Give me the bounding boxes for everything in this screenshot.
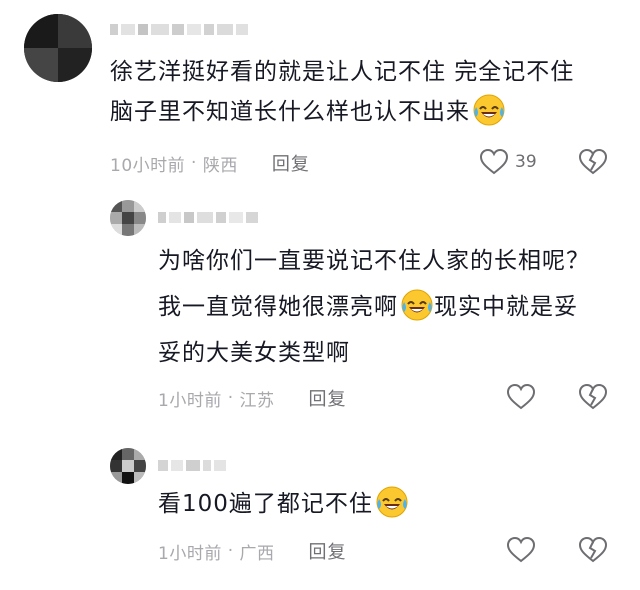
like-count: 39 — [515, 152, 537, 172]
reply-button[interactable]: 回复 — [272, 150, 310, 176]
comment-3: 看100遍了都记不住 1小时前 · 广西 回复 — [0, 430, 640, 590]
comment-meta: 10小时前 · 陕西 回复 — [110, 150, 310, 176]
username-blurred[interactable] — [158, 210, 258, 224]
broken-heart-icon[interactable] — [578, 148, 608, 176]
timestamp: 10小时前 — [110, 155, 186, 176]
laughing-crying-emoji-icon — [376, 486, 408, 518]
username-blurred[interactable] — [158, 458, 226, 472]
comment-text-content: 看100遍了都记不住 — [158, 491, 373, 517]
username-blurred[interactable] — [110, 22, 248, 36]
comment-meta: 1小时前 · 江苏 回复 — [158, 385, 347, 411]
location: 江苏 — [239, 390, 275, 411]
comment-2: 为啥你们一直要说记不住人家的长相呢？我一直觉得她很漂亮啊 现实中就是妥妥的大美女… — [0, 190, 640, 430]
comment-meta: 1小时前 · 广西 回复 — [158, 538, 347, 564]
reply-button[interactable]: 回复 — [309, 538, 347, 564]
meta-separator: · — [221, 388, 240, 408]
timestamp: 1小时前 — [158, 390, 222, 411]
heart-outline-icon[interactable] — [506, 536, 536, 564]
laughing-crying-emoji-icon — [473, 94, 505, 126]
laughing-crying-emoji-icon — [401, 289, 433, 321]
heart-outline-icon[interactable] — [506, 383, 536, 411]
comment-text: 徐艺洋挺好看的就是让人记不住 完全记不住脑子里不知道长什么样也认不出来 — [110, 52, 595, 132]
avatar[interactable] — [24, 14, 92, 82]
meta-separator: · — [185, 153, 203, 173]
avatar[interactable] — [110, 200, 146, 236]
comment-text: 为啥你们一直要说记不住人家的长相呢？我一直觉得她很漂亮啊 现实中就是妥妥的大美女… — [158, 238, 598, 376]
avatar[interactable] — [110, 448, 146, 484]
location: 广西 — [239, 543, 275, 564]
reply-button[interactable]: 回复 — [309, 385, 347, 411]
location: 陕西 — [202, 155, 238, 176]
broken-heart-icon[interactable] — [578, 536, 608, 564]
meta-separator: · — [221, 541, 240, 561]
timestamp: 1小时前 — [158, 543, 222, 564]
comment-1: 徐艺洋挺好看的就是让人记不住 完全记不住脑子里不知道长什么样也认不出来 10小时… — [0, 0, 640, 190]
comment-text: 看100遍了都记不住 — [158, 484, 598, 524]
broken-heart-icon[interactable] — [578, 383, 608, 411]
heart-outline-icon[interactable] — [479, 148, 509, 176]
